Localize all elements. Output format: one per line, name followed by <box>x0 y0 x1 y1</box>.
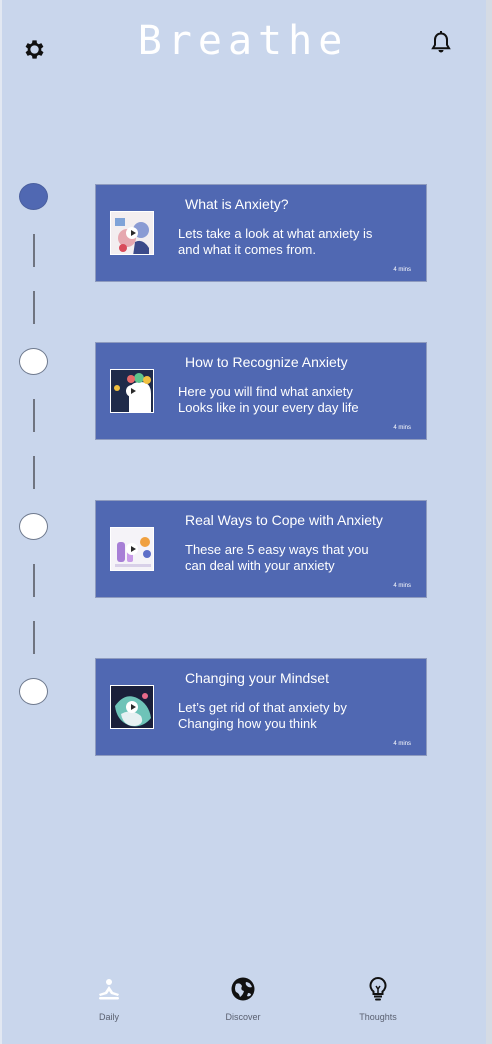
timeline-dot[interactable] <box>19 678 48 705</box>
lesson-description: Lets take a look at what anxiety is and … <box>178 226 373 257</box>
lightbulb-icon <box>369 976 387 1001</box>
lesson-thumbnail <box>110 369 154 413</box>
nav-label: Discover <box>225 1012 261 1022</box>
nav-item-daily[interactable]: Daily <box>69 976 149 1022</box>
timeline-connector <box>33 621 35 654</box>
timeline-connector <box>33 399 35 432</box>
lesson-description: Here you will find what anxiety Looks li… <box>178 384 359 415</box>
play-icon <box>126 543 138 555</box>
nav-label: Thoughts <box>359 1012 397 1022</box>
lesson-duration: 4 mins <box>393 583 411 589</box>
play-icon <box>126 227 138 239</box>
meditation-icon <box>99 979 119 1000</box>
play-icon <box>126 385 138 397</box>
timeline-dot-completed[interactable] <box>19 183 48 210</box>
lesson-card[interactable]: Real Ways to Cope with Anxiety These are… <box>95 500 427 598</box>
lesson-card[interactable]: What is Anxiety? Lets take a look at wha… <box>95 184 427 282</box>
gear-icon[interactable] <box>21 37 46 62</box>
left-edge <box>0 0 2 1044</box>
timeline-dot[interactable] <box>19 513 48 540</box>
timeline-connector <box>33 291 35 324</box>
lesson-card[interactable]: How to Recognize Anxiety Here you will f… <box>95 342 427 440</box>
lesson-duration: 4 mins <box>393 425 411 431</box>
lesson-thumbnail <box>110 685 154 729</box>
nav-item-thoughts[interactable]: Thoughts <box>338 976 418 1022</box>
lesson-duration: 4 mins <box>393 741 411 747</box>
lesson-title: Changing your Mindset <box>185 670 329 686</box>
lesson-thumbnail <box>110 211 154 255</box>
lesson-title: Real Ways to Cope with Anxiety <box>185 512 383 528</box>
bell-icon[interactable] <box>429 30 453 56</box>
lesson-duration: 4 mins <box>393 267 411 273</box>
scrollbar-track[interactable] <box>486 0 492 1044</box>
nav-item-discover[interactable]: Discover <box>203 976 283 1022</box>
nav-label: Daily <box>98 1012 119 1022</box>
lesson-card[interactable]: Changing your Mindset Let’s get rid of t… <box>95 658 427 756</box>
lesson-description: Let’s get rid of that anxiety by Changin… <box>178 700 347 731</box>
globe-icon <box>231 977 255 1001</box>
lesson-title: What is Anxiety? <box>185 196 289 212</box>
play-icon <box>126 701 138 713</box>
timeline-connector <box>33 564 35 597</box>
lesson-title: How to Recognize Anxiety <box>185 354 348 370</box>
timeline-connector <box>33 234 35 267</box>
lesson-description: These are 5 easy ways that you can deal … <box>185 542 369 573</box>
app-title: Breathe <box>137 18 349 64</box>
timeline-connector <box>33 456 35 489</box>
timeline-dot[interactable] <box>19 348 48 375</box>
lesson-thumbnail <box>110 527 154 571</box>
